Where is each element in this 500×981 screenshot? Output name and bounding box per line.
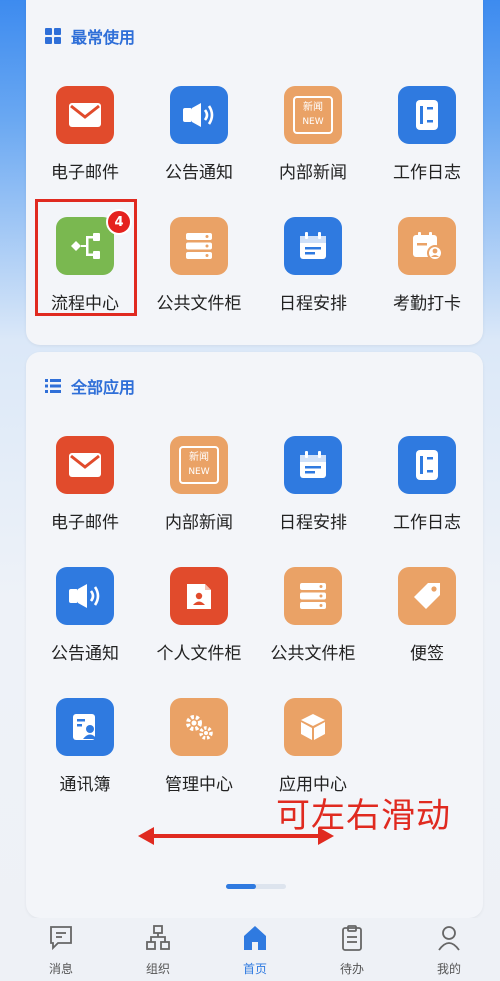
calendar-icon	[300, 451, 326, 478]
tab-messages[interactable]: 消息	[16, 924, 106, 980]
app-label: 电子邮件	[51, 513, 119, 533]
favorites-title: 最常使用	[71, 28, 136, 47]
notebook-icon	[416, 450, 438, 480]
page-indicator-active	[226, 884, 256, 889]
favorites-header: 最常使用	[44, 22, 135, 50]
personal-folder-icon	[187, 584, 211, 609]
highlight-box	[35, 199, 137, 316]
cabinet-icon	[300, 583, 326, 609]
tab-profile[interactable]: 我的	[404, 924, 494, 980]
app-label: 工作日志	[393, 163, 461, 183]
app-label: 管理中心	[165, 775, 233, 795]
app-sticky-note[interactable]: 便签	[370, 567, 484, 679]
box-icon	[301, 714, 325, 740]
app-label: 公共文件柜	[270, 644, 356, 664]
clipboard-icon	[342, 925, 362, 951]
app-label: 内部新闻	[165, 513, 233, 533]
app-label: 考勤打卡	[393, 294, 461, 314]
app-announcement[interactable]: 公告通知	[28, 567, 142, 679]
tab-label: 首页	[242, 962, 267, 976]
tab-label: 我的	[436, 962, 461, 976]
contacts-icon	[73, 714, 97, 740]
mail-icon	[69, 453, 101, 477]
mail-icon	[69, 103, 101, 127]
app-personal-cabinet[interactable]: 个人文件柜	[142, 567, 256, 679]
app-news[interactable]: 新闻 NEW 内部新闻	[256, 86, 370, 198]
app-schedule[interactable]: 日程安排	[256, 436, 370, 548]
app-label: 公共文件柜	[156, 294, 242, 314]
app-announcement[interactable]: 公告通知	[142, 86, 256, 198]
list-icon	[45, 379, 61, 393]
app-label: 个人文件柜	[156, 644, 242, 664]
app-label: 内部新闻	[279, 163, 347, 183]
gears-icon	[186, 715, 213, 740]
tab-label: 待办	[339, 962, 364, 976]
app-schedule[interactable]: 日程安排	[256, 217, 370, 329]
news-icon: 新闻 NEW	[293, 96, 333, 134]
app-news[interactable]: 新闻 NEW 内部新闻	[142, 436, 256, 548]
tab-label: 组织	[145, 962, 170, 976]
app-public-cabinet[interactable]: 公共文件柜	[256, 567, 370, 679]
cabinet-icon	[186, 233, 212, 259]
tab-todo[interactable]: 待办	[307, 924, 397, 980]
app-address-book[interactable]: 通讯簿	[28, 698, 142, 810]
app-email[interactable]: 电子邮件	[28, 436, 142, 548]
app-label: 通讯簿	[59, 775, 111, 795]
app-label: 便签	[410, 644, 444, 664]
message-icon	[50, 926, 72, 951]
tab-organization[interactable]: 组织	[113, 924, 203, 980]
double-arrow-icon	[138, 827, 334, 845]
app-label: 日程安排	[279, 294, 347, 314]
app-label: 公告通知	[51, 644, 119, 664]
app-work-log[interactable]: 工作日志	[370, 86, 484, 198]
tab-home[interactable]: 首页	[210, 924, 300, 980]
tag-icon	[414, 583, 440, 609]
app-admin-center[interactable]: 管理中心	[142, 698, 256, 810]
app-public-cabinet[interactable]: 公共文件柜	[142, 217, 256, 329]
home-icon	[244, 926, 266, 950]
user-icon	[438, 926, 460, 951]
tab-label: 消息	[48, 962, 73, 976]
app-label: 日程安排	[279, 513, 347, 533]
all-apps-title: 全部应用	[71, 378, 136, 397]
page-indicator	[226, 884, 286, 889]
app-label: 公告通知	[165, 163, 233, 183]
speaker-icon	[183, 103, 214, 127]
attendance-icon	[413, 232, 443, 261]
app-label: 电子邮件	[51, 163, 119, 183]
app-attendance[interactable]: 考勤打卡	[370, 217, 484, 329]
bottom-tab-bar: 消息 组织 首页 待办 我的	[0, 918, 500, 981]
grid-icon	[45, 28, 61, 44]
all-apps-header: 全部应用	[44, 372, 135, 400]
calendar-icon	[300, 232, 326, 259]
news-icon: 新闻 NEW	[179, 446, 219, 484]
app-label: 工作日志	[393, 513, 461, 533]
app-work-log[interactable]: 工作日志	[370, 436, 484, 548]
notebook-icon	[416, 100, 438, 130]
organization-icon	[146, 925, 170, 950]
app-email[interactable]: 电子邮件	[28, 86, 142, 198]
speaker-icon	[69, 584, 100, 608]
